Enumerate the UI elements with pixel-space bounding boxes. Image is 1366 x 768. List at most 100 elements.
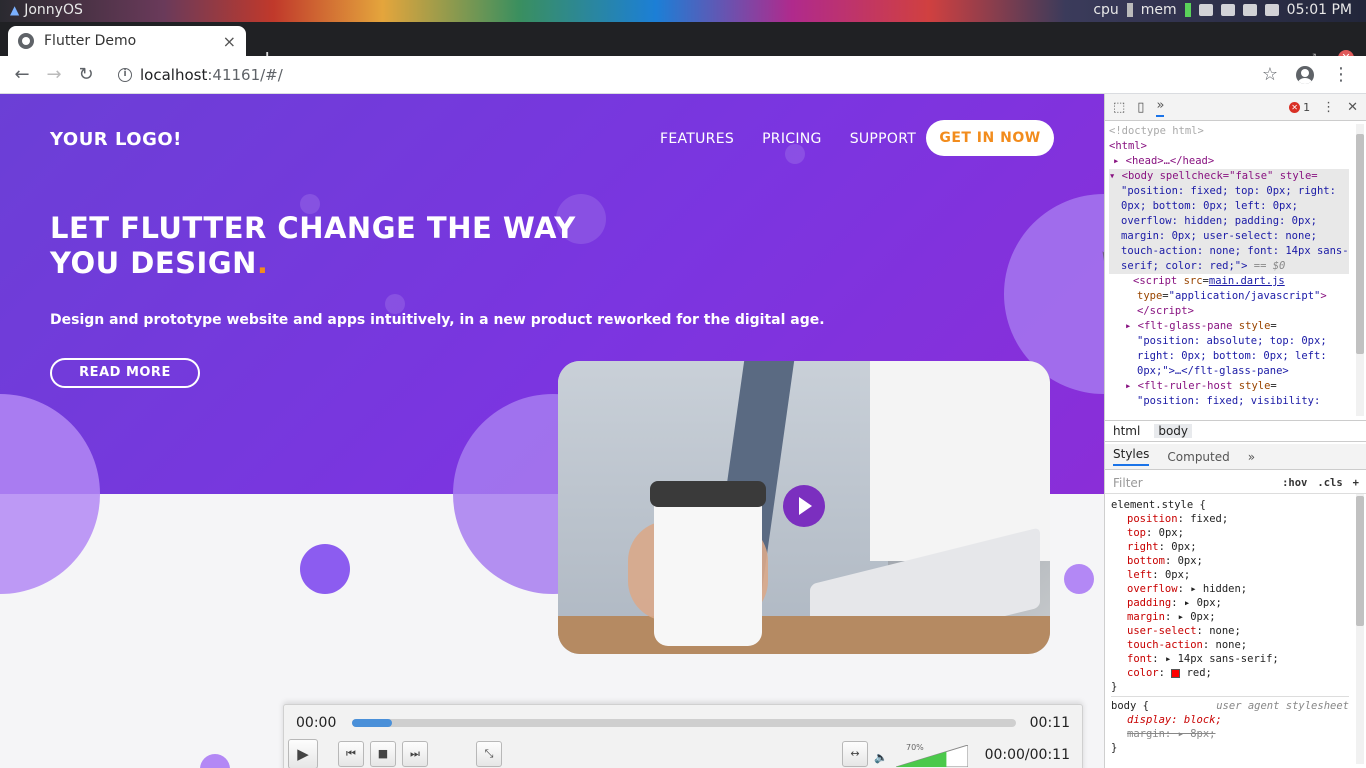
- omnibox[interactable]: i localhost:41161/#/: [118, 66, 283, 84]
- stop-icon[interactable]: ■: [370, 741, 396, 767]
- dom-node[interactable]: ▸ <head>…</head>: [1109, 154, 1349, 169]
- rule-close-brace: }: [1111, 681, 1118, 693]
- css-property-name: right: [1127, 541, 1159, 553]
- css-property-row[interactable]: position: fixed;: [1111, 512, 1349, 526]
- profile-avatar-icon[interactable]: [1296, 65, 1314, 84]
- css-property-row[interactable]: touch-action: none;: [1111, 638, 1349, 652]
- url-path: :41161/#/: [207, 65, 283, 84]
- css-property-row[interactable]: color: red;: [1111, 666, 1349, 680]
- web-page: YOUR LOGO! FEATURES PRICING SUPPORT GET …: [0, 94, 1104, 768]
- url-host: localhost: [140, 65, 208, 84]
- reload-icon[interactable]: ↻: [70, 64, 102, 85]
- volume-slider[interactable]: 70%: [895, 743, 969, 768]
- ua-rule: body {user agent stylesheet display: blo…: [1111, 700, 1349, 754]
- more-style-tabs-icon[interactable]: »: [1248, 450, 1255, 464]
- nav-support[interactable]: SUPPORT: [850, 131, 916, 147]
- css-property-value: ▸ hidden;: [1190, 583, 1248, 595]
- styles-scrollbar[interactable]: [1356, 494, 1364, 764]
- battery-tray-icon[interactable]: [1242, 4, 1257, 16]
- next-icon[interactable]: ⏭: [402, 741, 428, 767]
- devtools-menu-icon[interactable]: ⋮: [1322, 100, 1335, 115]
- position-readout: 00:00/00:11: [984, 747, 1070, 763]
- speaker-icon[interactable]: 🔈: [874, 751, 888, 764]
- forward-icon[interactable]: →: [38, 64, 70, 85]
- play-icon[interactable]: ▶: [288, 739, 318, 768]
- camera-tray-icon[interactable]: [1220, 4, 1235, 16]
- tab-close-icon[interactable]: ×: [223, 32, 236, 51]
- device-toolbar-icon[interactable]: ▯: [1137, 100, 1144, 115]
- dom-node[interactable]: <script src=main.dart.js: [1109, 274, 1349, 289]
- css-property-value: 0px;: [1158, 527, 1184, 539]
- css-property-name: font: [1127, 653, 1153, 665]
- css-property-value: ▸ 14px sans-serif;: [1164, 653, 1279, 665]
- css-property-row[interactable]: overflow: ▸ hidden;: [1111, 582, 1349, 596]
- mem-label: mem: [1140, 2, 1177, 18]
- seek-bar[interactable]: [352, 719, 1016, 727]
- os-logo-icon: ▲: [10, 3, 20, 17]
- inspect-element-icon[interactable]: ⬚: [1113, 100, 1125, 115]
- css-property-row[interactable]: bottom: 0px;: [1111, 554, 1349, 568]
- previous-icon[interactable]: ⏮: [338, 741, 364, 767]
- nav-features[interactable]: FEATURES: [660, 131, 734, 147]
- video-image-cup: [654, 486, 762, 646]
- add-rule-icon[interactable]: +: [1353, 477, 1359, 489]
- tab-computed[interactable]: Computed: [1167, 450, 1229, 464]
- headline-line-1: LET FLUTTER CHANGE THE WAY: [50, 211, 576, 245]
- bookmark-star-icon[interactable]: ☆: [1262, 64, 1278, 85]
- browser-tab[interactable]: Flutter Demo ×: [8, 26, 246, 56]
- devtools-toolbar: ⬚ ▯ » ✕ 1 ⋮ ✕: [1105, 94, 1366, 121]
- site-logo[interactable]: YOUR LOGO!: [50, 129, 182, 150]
- video-thumbnail[interactable]: [558, 361, 1050, 654]
- volume-tray-icon[interactable]: [1198, 4, 1213, 16]
- devtools-close-icon[interactable]: ✕: [1347, 100, 1358, 115]
- css-property-row[interactable]: padding: ▸ 0px;: [1111, 596, 1349, 610]
- play-video-icon[interactable]: [783, 485, 825, 527]
- dom-node[interactable]: ▸ <flt-glass-pane style=: [1109, 319, 1349, 334]
- dom-node[interactable]: ▸ <flt-ruler-host style=: [1109, 379, 1349, 394]
- error-icon: ✕: [1289, 101, 1301, 113]
- crumb-body[interactable]: body: [1154, 424, 1193, 438]
- css-property-row[interactable]: right: 0px;: [1111, 540, 1349, 554]
- dom-tree: <!doctype html> <html> ▸ <head>…</head> …: [1109, 124, 1349, 407]
- dom-node[interactable]: <html>: [1109, 139, 1349, 154]
- back-icon[interactable]: ←: [6, 64, 38, 85]
- tab-styles[interactable]: Styles: [1113, 447, 1150, 466]
- color-swatch-icon[interactable]: [1171, 668, 1181, 678]
- hero-headline: LET FLUTTER CHANGE THE WAY YOU DESIGN.: [50, 211, 650, 281]
- site-info-icon[interactable]: i: [118, 67, 132, 82]
- hover-state-toggle[interactable]: :hov: [1282, 477, 1307, 489]
- site-nav: FEATURES PRICING SUPPORT: [660, 131, 916, 147]
- css-property-row[interactable]: left: 0px;: [1111, 568, 1349, 582]
- error-counter[interactable]: ✕ 1: [1289, 101, 1310, 114]
- dom-scrollbar[interactable]: [1356, 124, 1364, 416]
- media-player: 00:00 00:11 ▶ ⏮ ■ ⏭ ⤡ ↔ 🔈 70% 00:00/00:1…: [283, 704, 1083, 768]
- css-property-row[interactable]: margin: ▸ 0px;: [1111, 610, 1349, 624]
- css-property-name: overflow: [1127, 583, 1178, 595]
- crumb-html[interactable]: html: [1113, 424, 1140, 438]
- fullscreen-icon[interactable]: ⤡: [476, 741, 502, 767]
- script-src-link[interactable]: main.dart.js: [1209, 275, 1285, 287]
- os-brand[interactable]: ▲ JonnyOS: [10, 2, 83, 18]
- dom-node[interactable]: <!doctype html>: [1109, 124, 1349, 139]
- class-toggle[interactable]: .cls: [1317, 477, 1342, 489]
- filter-input[interactable]: Filter: [1113, 476, 1143, 490]
- browser-menu-icon[interactable]: ⋮: [1332, 64, 1350, 85]
- tab-title: Flutter Demo: [44, 33, 137, 49]
- nav-pricing[interactable]: PRICING: [762, 131, 822, 147]
- css-property-row[interactable]: top: 0px;: [1111, 526, 1349, 540]
- error-count: 1: [1303, 100, 1311, 114]
- dom-node-selected[interactable]: ▾ <body spellcheck="false" style= "posit…: [1109, 169, 1349, 274]
- read-more-button[interactable]: READ MORE: [50, 358, 200, 388]
- aspect-ratio-icon[interactable]: ↔: [842, 741, 868, 767]
- css-property-name: color: [1127, 667, 1159, 679]
- network-tray-icon[interactable]: [1264, 4, 1279, 16]
- clock[interactable]: 05:01 PM: [1287, 2, 1352, 18]
- get-in-now-button[interactable]: GET IN NOW: [926, 120, 1054, 156]
- more-tabs-icon[interactable]: »: [1156, 98, 1165, 117]
- css-property-row[interactable]: user-select: none;: [1111, 624, 1349, 638]
- ua-margin: margin: ▸ 8px;: [1127, 728, 1216, 740]
- volume-percent: 70%: [906, 743, 924, 752]
- css-property-row[interactable]: font: ▸ 14px sans-serif;: [1111, 652, 1349, 666]
- browser-tab-strip: Flutter Demo × + — ⤢ ✕: [0, 22, 1366, 72]
- css-property-name: position: [1127, 513, 1178, 525]
